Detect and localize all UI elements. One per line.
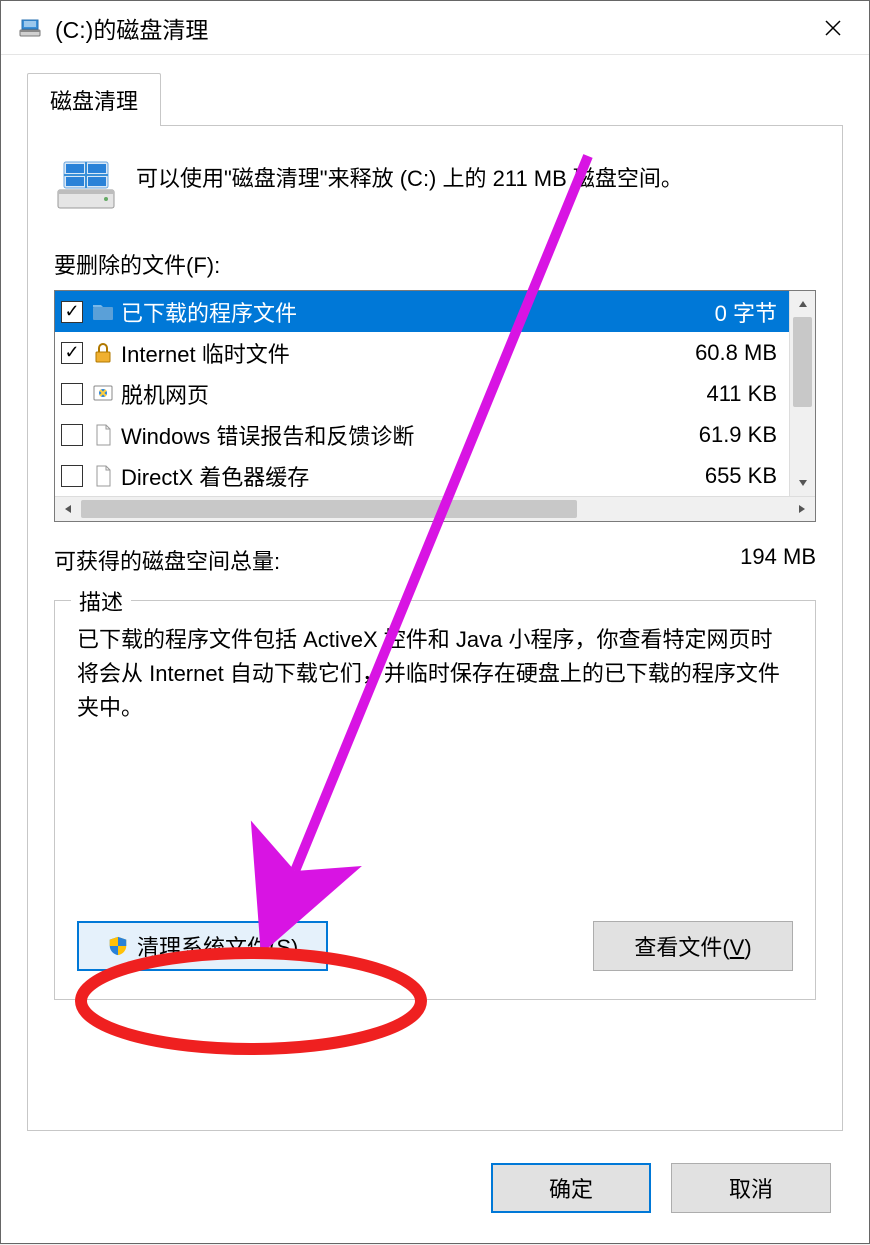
summary-row: 可以使用"磁盘清理"来释放 (C:) 上的 211 MB 磁盘空间。: [54, 156, 816, 214]
file-row-size: 655 KB: [705, 463, 781, 489]
cancel-label: 取消: [729, 1172, 773, 1204]
checkbox[interactable]: ✓: [61, 301, 83, 323]
view-files-label: 查看文件(V): [634, 930, 751, 962]
close-icon: [823, 18, 843, 38]
vscroll-thumb[interactable]: [793, 317, 812, 407]
file-row-label: Windows 错误报告和反馈诊断: [121, 419, 699, 451]
checkbox[interactable]: [61, 465, 83, 487]
tab-container: 磁盘清理: [27, 73, 843, 1131]
file-row-size: 61.9 KB: [699, 422, 781, 448]
ok-label: 确定: [549, 1172, 593, 1204]
vertical-scrollbar[interactable]: [789, 291, 815, 496]
file-row-label: DirectX 着色器缓存: [121, 460, 705, 492]
ok-button[interactable]: 确定: [491, 1163, 651, 1213]
file-row-label: 脱机网页: [121, 378, 706, 410]
disk-icon: [54, 156, 118, 214]
scroll-down-icon[interactable]: [790, 470, 815, 496]
scroll-left-icon[interactable]: [55, 497, 81, 521]
scroll-up-icon[interactable]: [790, 291, 815, 317]
horizontal-scrollbar[interactable]: [55, 496, 815, 521]
summary-text: 可以使用"磁盘清理"来释放 (C:) 上的 211 MB 磁盘空间。: [136, 156, 683, 195]
checkbox[interactable]: [61, 424, 83, 446]
file-row-size: 0 字节: [715, 296, 781, 328]
file-row[interactable]: DirectX 着色器缓存655 KB: [55, 455, 789, 496]
file-row-label: 已下载的程序文件: [121, 296, 715, 328]
hscroll-track[interactable]: [81, 497, 789, 521]
tab-disk-cleanup[interactable]: 磁盘清理: [27, 73, 161, 126]
content-area: 磁盘清理: [1, 55, 869, 1151]
disk-cleanup-window: (C:)的磁盘清理 磁盘清理: [0, 0, 870, 1244]
view-files-button[interactable]: 查看文件(V): [593, 921, 793, 971]
checkbox[interactable]: ✓: [61, 342, 83, 364]
clean-system-files-button[interactable]: 清理系统文件(S): [77, 921, 328, 971]
total-value: 194 MB: [740, 544, 816, 576]
tab-label: 磁盘清理: [50, 89, 138, 114]
description-group: 描述 已下载的程序文件包括 ActiveX 控件和 Java 小程序，你查看特定…: [54, 600, 816, 1000]
total-row: 可获得的磁盘空间总量: 194 MB: [54, 544, 816, 576]
file-row[interactable]: ✓ Internet 临时文件60.8 MB: [55, 332, 789, 373]
files-rows: ✓ 已下载的程序文件0 字节 ✓ Internet 临时文件60.8 MB 脱机网页41…: [55, 291, 789, 496]
description-legend: 描述: [71, 585, 131, 617]
description-buttons: 清理系统文件(S) 查看文件(V): [77, 921, 793, 971]
dialog-buttons: 确定 取消: [491, 1163, 831, 1213]
hscroll-thumb[interactable]: [81, 500, 577, 518]
file-type-icon: [91, 464, 115, 488]
titlebar: (C:)的磁盘清理: [1, 1, 869, 55]
file-row[interactable]: ✓ 已下载的程序文件0 字节: [55, 291, 789, 332]
shield-icon: [107, 935, 129, 957]
file-type-icon: [91, 423, 115, 447]
tab-header: 磁盘清理: [27, 73, 843, 126]
file-row[interactable]: Windows 错误报告和反馈诊断61.9 KB: [55, 414, 789, 455]
window-title: (C:)的磁盘清理: [55, 11, 805, 45]
file-row-size: 60.8 MB: [695, 340, 781, 366]
file-row-size: 411 KB: [706, 381, 781, 407]
description-text: 已下载的程序文件包括 ActiveX 控件和 Java 小程序，你查看特定网页时…: [77, 623, 793, 725]
file-row-label: Internet 临时文件: [121, 337, 695, 369]
tab-body: 可以使用"磁盘清理"来释放 (C:) 上的 211 MB 磁盘空间。 要删除的文…: [27, 125, 843, 1131]
files-to-delete-label: 要删除的文件(F):: [54, 248, 816, 280]
clean-system-files-label: 清理系统文件(S): [137, 930, 298, 962]
close-button[interactable]: [805, 7, 861, 49]
file-row[interactable]: 脱机网页411 KB: [55, 373, 789, 414]
scroll-right-icon[interactable]: [789, 497, 815, 521]
files-list: ✓ 已下载的程序文件0 字节 ✓ Internet 临时文件60.8 MB 脱机网页41…: [54, 290, 816, 522]
vscroll-track[interactable]: [790, 317, 815, 470]
disk-cleanup-app-icon: [17, 15, 43, 41]
cancel-button[interactable]: 取消: [671, 1163, 831, 1213]
total-label: 可获得的磁盘空间总量:: [54, 544, 280, 576]
file-type-icon: [91, 341, 115, 365]
file-type-icon: [91, 382, 115, 406]
checkbox[interactable]: [61, 383, 83, 405]
file-type-icon: [91, 300, 115, 324]
